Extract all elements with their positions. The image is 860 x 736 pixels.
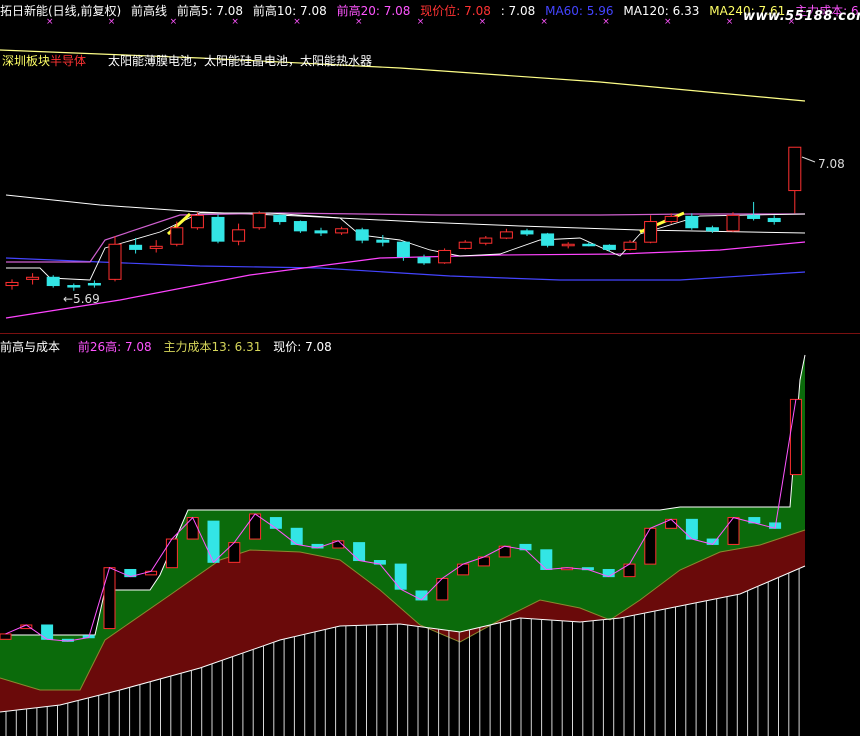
header-tick-mark: × [726,17,734,27]
candle-body [726,214,740,232]
candle-body [190,214,204,229]
indicator-candle [644,527,657,565]
candle-body [438,249,452,264]
candle-body [252,212,266,229]
indicator-value: 现价: 7.08 [273,340,332,354]
candle-body [273,214,287,223]
candle-body [479,237,493,244]
indicator-candle [685,518,698,540]
header-tick-mark: × [108,17,116,27]
header-tick-mark: × [293,17,301,27]
candle-body [520,230,534,235]
candle-body [5,281,19,287]
candle-body [335,228,349,234]
indicator-name: 前高线 [131,4,168,18]
candle-body [26,276,40,280]
indicator-candle [457,563,470,576]
panel-divider [0,333,860,334]
header-value: : 7.08 [500,4,536,18]
indicator-candle [165,538,178,569]
header-tick-mark: × [417,17,425,27]
header-tick-mark: × [46,17,54,27]
indicator-candle [269,517,282,529]
candle-body [129,244,143,250]
candle-body [644,221,658,243]
candle-body [705,227,719,232]
indicator-candle [727,517,740,545]
candle-body [293,221,307,232]
candle-body [685,215,699,229]
candle-body [499,231,513,239]
candle-body [396,241,410,258]
header-tick-mark: × [231,17,239,27]
candle-body [788,146,802,192]
header-tick-mark: × [602,17,610,27]
candle-body [232,229,246,242]
header-value: 现价位: 7.08 [420,4,491,18]
candle-body [87,282,101,286]
candle-body [46,276,60,287]
candle-body [314,230,328,234]
indicator-candle [789,398,802,476]
candle-body [458,241,472,249]
concepts-label: 太阳能薄膜电池，太阳能硅晶电池，太阳能热水器 [108,54,373,68]
candle-body [417,257,431,264]
indicator-header: 前高与成本 前26高: 7.08 主力成本13: 6.31 现价: 7.08 [0,338,340,355]
header-tick-mark: × [664,17,672,27]
header-value: MA60: 5.96 [545,4,614,18]
candle-body [747,214,761,219]
sector-label: 半导体 [50,54,87,68]
chart-header: 拓日新能(日线,前复权) 前高线 前高5: 7.08 前高10: 7.08 前高… [0,2,860,18]
header-value: 前高5: 7.08 [176,4,244,18]
candle-body [67,285,81,288]
stock-title: 拓日新能(日线,前复权) [0,4,122,18]
indicator-candle [249,513,262,540]
indicator-candle [394,563,407,590]
candle-body [602,244,616,250]
candle-body [767,217,781,223]
header-value: 前高20: 7.08 [336,4,411,18]
candle-body [623,241,637,250]
candle-body [561,243,575,247]
indicator-title: 前高与成本 [0,340,61,354]
indicator-candle [186,517,199,540]
ma60-line [5,257,806,281]
indicator-value: 主力成本13: 6.31 [163,340,262,354]
candle-body [664,215,678,223]
candle-body [170,227,184,245]
watermark: www.55188.com [743,9,860,24]
low-annotation: ←5.69 [63,292,100,306]
header-value: MA120: 6.33 [623,4,700,18]
indicator-value: 前26高: 7.08 [77,340,152,354]
header-tick-mark: × [479,17,487,27]
indicator-candle [353,542,366,562]
candle-body [355,229,369,241]
market-label: 深圳板块 [2,54,51,68]
header-tick-mark: × [355,17,363,27]
header-tick-mark: × [170,17,178,27]
indicator-candle [103,567,116,630]
header-value: 前高10: 7.08 [252,4,327,18]
indicator-candle [207,520,220,563]
candle-body [376,239,390,243]
indicator-candle [0,633,12,640]
candle-body [582,243,596,247]
high-annotation: 7.08 [818,157,845,171]
header-tick-mark: × [540,17,548,27]
chart-canvas: × × × × × × × × × × × × × [0,17,816,736]
candle-body [108,243,122,280]
high-pointer [801,156,816,163]
candle-body [541,233,555,246]
candle-body [211,216,225,242]
sector-line: 深圳板块半导体 太阳能薄膜电池，太阳能硅晶电池，太阳能热水器 [2,52,372,69]
candle-body [149,245,163,249]
